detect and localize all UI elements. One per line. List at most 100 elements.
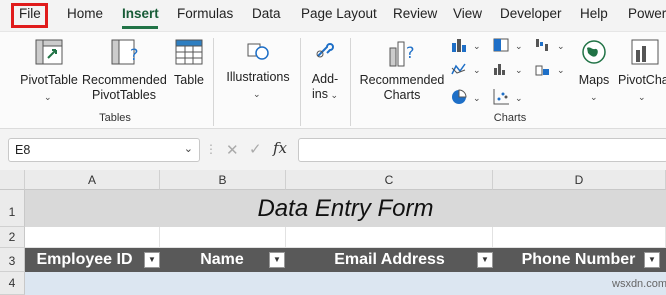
filter-dropdown-icon[interactable]: ▼ [269,252,285,268]
enter-icon[interactable]: ✓ [249,140,262,158]
active-tab-underline [122,26,158,29]
table-header-employee-id[interactable]: Employee ID ▼ [25,248,160,272]
cell[interactable] [286,227,493,248]
formula-input[interactable] [298,138,666,162]
addins-button[interactable]: Add- ins ⌄ [305,72,345,103]
addins-icon[interactable] [312,38,336,62]
recommended-charts-button[interactable]: Recommended Charts [358,73,446,103]
ribbon: PivotTable ⌄ ? Recommended PivotTables T… [0,31,666,129]
svg-text:⌄: ⌄ [557,65,565,75]
form-title: Data Entry Form [25,190,666,227]
tab-developer[interactable]: Developer [500,6,562,21]
tab-page-layout[interactable]: Page Layout [301,6,377,21]
chevron-down-icon[interactable]: ⌄ [253,87,261,102]
table-header-phone[interactable]: Phone Number ▼ [493,248,666,272]
addins-label-line2: ins [311,87,328,101]
recommended-label-line1: Recommended [82,73,167,87]
chevron-down-icon[interactable]: ⌄ [44,90,52,105]
column-header-d[interactable]: D [493,170,666,190]
pie-chart-icon[interactable]: ⌄ [451,88,485,106]
cell[interactable] [25,227,160,248]
row-header-3[interactable]: 3 [0,248,25,272]
worksheet-grid: A B C D 1 2 3 4 Data Entry Form Employee… [0,170,666,295]
cell[interactable] [493,227,666,248]
tab-review[interactable]: Review [393,6,437,21]
pivotchart-icon[interactable] [630,38,660,68]
tab-view[interactable]: View [453,6,482,21]
svg-text:?: ? [130,45,139,64]
tab-insert[interactable]: Insert [122,6,159,21]
svg-text:⌄: ⌄ [473,41,481,51]
recommended-charts-line2: Charts [383,88,421,102]
combo-chart-icon[interactable]: ⌄ [535,62,569,76]
table-icon[interactable] [174,38,204,68]
table-button[interactable]: Table [171,73,207,88]
group-separator [213,38,214,126]
svg-text:⌄: ⌄ [557,41,565,51]
svg-text:⌄: ⌄ [473,65,481,75]
name-box-value: E8 [15,143,31,157]
formula-bar: E8 ⌄ ⋮ ✕ ✓ fx [0,130,666,170]
column-chart-icon[interactable]: ⌄ [451,38,485,52]
header-label: Phone Number [521,251,636,268]
tab-help[interactable]: Help [580,6,608,21]
waterfall-chart-icon[interactable]: ⌄ [535,38,569,52]
tab-power[interactable]: Power [628,6,666,21]
scatter-chart-icon[interactable]: ⌄ [493,88,527,106]
row-header-2[interactable]: 2 [0,227,25,248]
line-chart-icon[interactable]: ⌄ [451,62,485,76]
svg-text:⌄: ⌄ [515,93,523,103]
table-row[interactable] [25,272,666,295]
statistic-chart-icon[interactable]: ⌄ [493,62,527,76]
file-tab-highlight [11,3,48,28]
more-options-icon[interactable]: ⋮ [205,142,217,156]
maps-icon[interactable] [580,38,608,66]
header-label: Email Address [334,251,445,268]
insert-function-icon[interactable]: fx [273,139,287,157]
table-header-email[interactable]: Email Address ▼ [286,248,493,272]
svg-text:⌄: ⌄ [473,93,481,103]
group-separator [300,38,301,126]
recommended-pivottables-icon[interactable]: ? [110,38,140,68]
recommended-charts-line1: Recommended [359,73,445,87]
select-all-corner[interactable] [0,170,25,190]
column-header-a[interactable]: A [25,170,160,190]
chevron-down-icon[interactable]: ⌄ [638,90,646,105]
pivottable-icon[interactable] [34,38,64,68]
table-header-name[interactable]: Name ▼ [160,248,286,272]
tab-formulas[interactable]: Formulas [177,6,233,21]
chevron-down-icon[interactable]: ⌄ [184,142,193,155]
svg-text:⌄: ⌄ [515,41,523,51]
hierarchy-chart-icon[interactable]: ⌄ [493,38,527,52]
group-label-charts: Charts [493,112,527,124]
ribbon-tab-bar: File Home Insert Formulas Data Page Layo… [0,0,666,30]
header-label: Employee ID [36,251,133,268]
watermark: wsxdn.com [612,278,666,290]
column-header-c[interactable]: C [286,170,493,190]
svg-text:?: ? [406,43,415,62]
row-header-1[interactable]: 1 [0,190,25,227]
illustrations-icon[interactable] [245,38,271,64]
pivotchart-button[interactable]: PivotCha [618,73,666,88]
svg-text:⌄: ⌄ [515,65,523,75]
maps-button[interactable]: Maps [574,73,614,88]
group-label-tables: Tables [99,112,131,124]
row-header-4[interactable]: 4 [0,272,25,295]
tab-home[interactable]: Home [67,6,103,21]
chevron-down-icon[interactable]: ⌄ [590,90,598,105]
tab-data[interactable]: Data [252,6,281,21]
illustrations-button[interactable]: Illustrations [222,70,294,85]
recommended-label-line2: PivotTables [92,88,156,102]
filter-dropdown-icon[interactable]: ▼ [144,252,160,268]
cancel-icon[interactable]: ✕ [226,141,239,159]
column-header-b[interactable]: B [160,170,286,190]
header-label: Name [200,251,244,268]
recommended-pivottables-button[interactable]: Recommended PivotTables [82,73,167,103]
filter-dropdown-icon[interactable]: ▼ [644,252,660,268]
cell[interactable] [160,227,286,248]
name-box[interactable]: E8 ⌄ [8,138,200,162]
recommended-charts-icon[interactable]: ? [386,38,416,68]
pivottable-button[interactable]: PivotTable [20,73,78,88]
group-separator [350,38,351,126]
filter-dropdown-icon[interactable]: ▼ [477,252,493,268]
